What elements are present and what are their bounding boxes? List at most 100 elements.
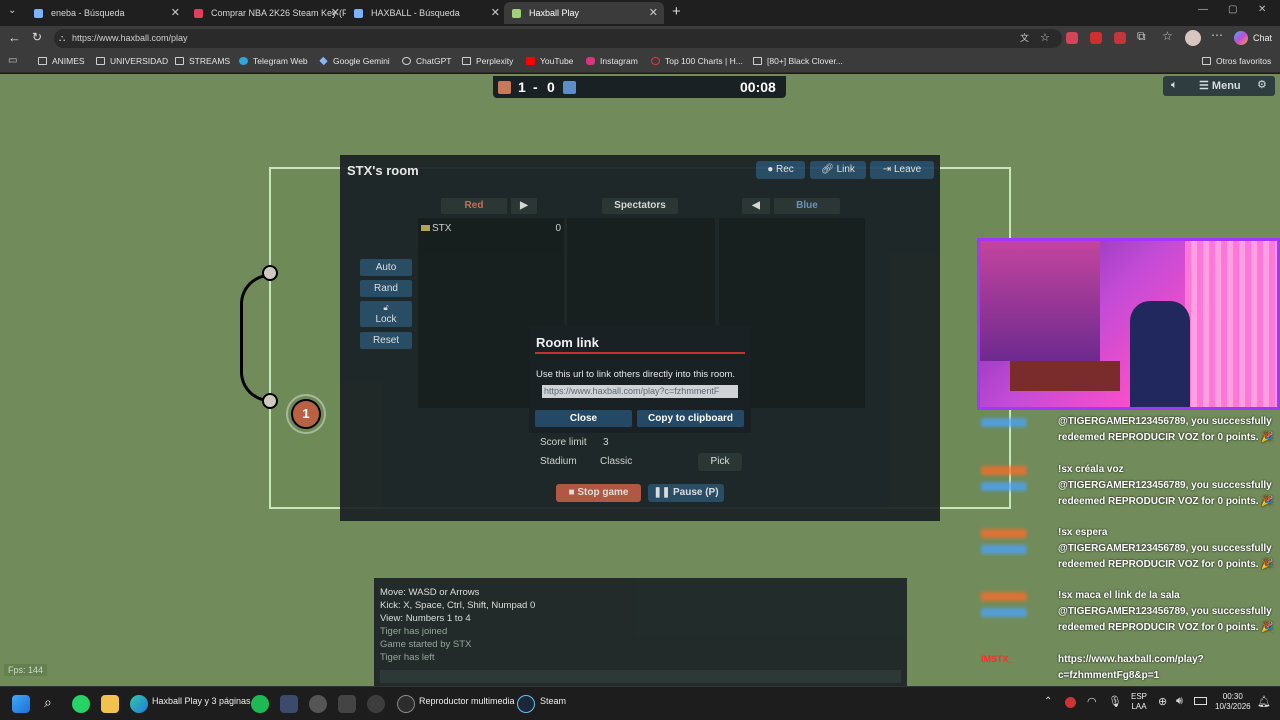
settings-icon[interactable] [309,695,327,713]
site-info-icon[interactable]: ⛬ [59,29,65,48]
url-field[interactable]: ⛬ https://www.haxball.com/play 文 ☆ [54,29,1062,48]
top100-icon [651,57,660,65]
chat-input[interactable] [380,670,901,683]
copilot-icon[interactable] [1234,31,1248,45]
tab-nba2k26[interactable]: Comprar NBA 2K26 Steam Key (PC ✕ [186,2,346,24]
favorites-icon[interactable]: ☆ [1162,29,1173,43]
extension-icon[interactable] [1090,32,1102,44]
close-button[interactable]: Close [535,410,632,427]
close-icon[interactable]: ✕ [649,6,658,19]
extension-icon[interactable] [1066,32,1078,44]
rand-button[interactable]: Rand [360,280,412,297]
link-button[interactable]: 🔗︎ Link [810,161,866,179]
whatsapp-icon[interactable] [72,695,90,713]
red-team-header[interactable]: Red [441,198,507,214]
bookmark-instagram[interactable]: Instagram [586,56,638,66]
auto-button[interactable]: Auto [360,259,412,276]
blue-team-header[interactable]: Blue [774,198,840,214]
tab-list-chevron-icon[interactable]: ⌄ [8,5,16,16]
bookmark-gemini[interactable]: Google Gemini [319,56,390,66]
media-player-icon[interactable] [397,695,415,713]
pick-stadium-button[interactable]: Pick [698,453,742,471]
bookmark-black-clover[interactable]: [80+] Black Clover... [753,56,843,66]
translate-icon[interactable]: 文 [1020,29,1029,48]
app-icon[interactable] [280,695,298,713]
minimize-icon[interactable]: — [1198,4,1208,15]
tray-app-icon[interactable] [1065,697,1076,708]
tab-haxball-search[interactable]: HAXBALL - Búsqueda ✕ [346,2,506,24]
bookmark-telegram[interactable]: Telegram Web [239,56,308,66]
bookmark-folder-universidad[interactable]: UNIVERSIDAD [96,56,168,66]
webcam-chair [1130,301,1190,407]
close-icon[interactable]: ✕ [331,6,340,19]
settings-gear-icon[interactable]: ⚙ [1257,78,1267,91]
spectators-header[interactable]: Spectators [602,198,678,214]
app-icon[interactable] [338,695,356,713]
other-favorites[interactable]: Otros favoritos [1202,56,1271,66]
reset-button[interactable]: Reset [360,332,412,349]
windows-start-icon[interactable] [12,695,30,713]
tab-eneba[interactable]: eneba - Búsqueda ✕ [26,2,186,24]
steam-icon[interactable] [517,695,535,713]
new-tab-icon[interactable]: + [672,3,681,20]
bookmark-folder-streams[interactable]: STREAMS [175,56,230,66]
favorite-star-icon[interactable]: ☆ [1040,29,1050,48]
file-explorer-icon[interactable] [101,695,119,713]
stop-game-button[interactable]: ■ Stop game [556,484,641,502]
copy-to-clipboard-button[interactable]: Copy to clipboard [637,410,744,427]
bookmark-youtube[interactable]: YouTube [526,56,573,66]
battery-icon[interactable] [1194,697,1207,705]
player-row-stx[interactable]: STX 0 [421,223,561,234]
log-event: Game started by STX [380,639,472,650]
bookmark-folder-animes[interactable]: ANIMES [38,56,85,66]
reading-list-icon[interactable]: ▭ [8,55,17,66]
player-score: 0 [555,223,561,234]
lock-button[interactable]: 🔓︎ Lock [360,301,412,327]
extensions-puzzle-icon[interactable]: ⧉ [1137,29,1146,44]
back-icon[interactable]: ← [8,30,21,45]
menu-button[interactable]: ☰ Menu [1199,79,1241,92]
dialog-divider [535,352,745,354]
notifications-icon[interactable]: 🔔︎ [1257,695,1271,708]
window-close-icon[interactable]: ✕ [1258,4,1266,15]
profile-avatar[interactable] [1185,30,1201,46]
refresh-icon[interactable]: ↻ [32,30,42,44]
maximize-icon[interactable]: ▢ [1228,4,1237,15]
spotify-icon[interactable] [251,695,269,713]
bookmark-perplexity[interactable]: Perplexity [462,56,513,66]
gemini-icon [319,56,328,66]
leave-button[interactable]: ⇥ Leave [870,161,934,179]
close-icon[interactable]: ✕ [491,6,500,19]
taskbar-steam[interactable]: Steam [540,696,566,706]
chat-username [981,592,1057,601]
room-link-field[interactable]: https://www.haxball.com/play?c=fzhmmentF [542,385,738,398]
game-log: Move: WASD or Arrows Kick: X, Space, Ctr… [374,578,907,686]
microphone-icon[interactable]: 🎙︎ [1108,695,1122,708]
bookmark-top100[interactable]: Top 100 Charts | H... [651,56,743,66]
input-language[interactable]: ESP LAA [1131,692,1147,712]
close-icon[interactable]: ✕ [171,6,180,19]
extension-icon[interactable] [1114,32,1126,44]
rec-button[interactable]: ● Rec [756,161,805,179]
tray-chevron-icon[interactable]: ⌃ [1044,696,1052,707]
network-icon[interactable]: ⊕ [1158,695,1167,708]
edge-icon[interactable] [130,695,148,713]
taskbar-media-player[interactable]: Reproductor multimedia [419,696,515,706]
score-limit-value[interactable]: 3 [603,437,609,448]
chat-button-label[interactable]: Chat [1253,33,1272,43]
taskbar-haxball-window[interactable]: Haxball Play y 3 páginas [152,696,251,706]
more-menu-icon[interactable]: ⋯ [1211,28,1223,42]
wifi-icon[interactable]: ◠ [1087,695,1097,708]
search-icon[interactable]: ⌕ [44,694,52,711]
tab-haxball-play[interactable]: Haxball Play ✕ [504,2,664,24]
volume-icon[interactable]: 🔊︎ [1176,695,1183,708]
move-to-red-button[interactable]: ▶ [511,198,537,214]
pause-button[interactable]: ❚❚ Pause (P) [648,484,724,502]
bookmark-chatgpt[interactable]: ChatGPT [402,56,451,66]
move-to-blue-button[interactable]: ◀ [742,198,770,214]
clock[interactable]: 00:30 10/3/2026 [1215,692,1251,712]
app-icon[interactable] [367,695,385,713]
tab-title: eneba - Búsqueda [51,8,125,18]
sound-icon[interactable]: 🔈︎ [1171,79,1178,92]
chat-text: !sx maca el link de la sala [1058,590,1180,601]
